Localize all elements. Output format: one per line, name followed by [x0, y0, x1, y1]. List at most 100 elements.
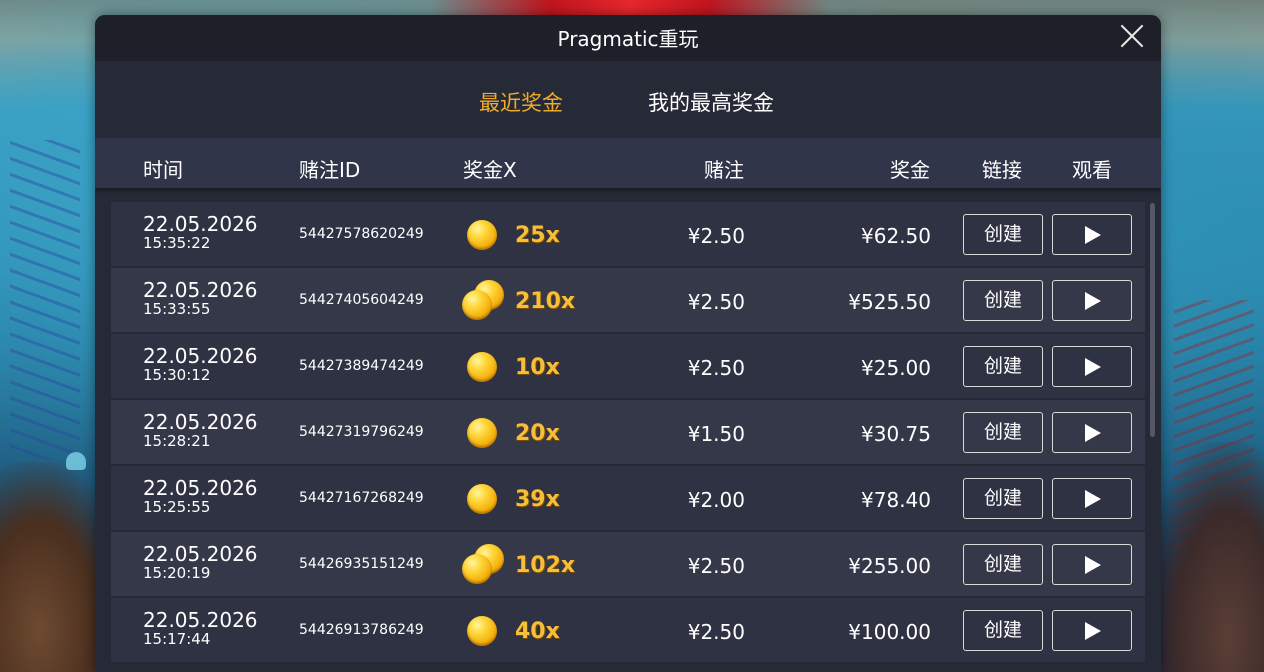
- row-time: 15:28:21: [143, 432, 211, 450]
- dialog-header: Pragmatic重玩: [95, 15, 1161, 61]
- row-date: 22.05.2026: [143, 344, 258, 368]
- row-win: ¥255.00: [848, 554, 931, 578]
- row-multiplier: 40x: [515, 619, 560, 644]
- rock-decoration-right: [1144, 442, 1264, 672]
- row-win: ¥25.00: [861, 356, 931, 380]
- coin-icon: [467, 220, 497, 250]
- close-icon[interactable]: [1119, 23, 1145, 49]
- row-multiplier: 20x: [515, 421, 560, 446]
- column-header-watch: 观看: [1072, 158, 1112, 182]
- replay-dialog: Pragmatic重玩 最近奖金 我的最高奖金 时间 赌注ID 奖金X 赌注 奖…: [95, 15, 1161, 672]
- row-time: 15:30:12: [143, 366, 211, 384]
- coin-icon: [462, 214, 510, 256]
- row-bet-id: 54426913786249: [299, 622, 424, 638]
- row-date: 22.05.2026: [143, 476, 258, 500]
- coin-icon: [462, 478, 510, 520]
- coin-icon: [462, 610, 510, 652]
- create-link-button[interactable]: 创建: [963, 478, 1043, 519]
- watch-replay-button[interactable]: [1052, 214, 1132, 255]
- coin-icon: [462, 280, 510, 322]
- row-date: 22.05.2026: [143, 608, 258, 632]
- row-bet: ¥2.00: [687, 488, 745, 512]
- table-row: 22.05.2026 15:35:22 54427578620249 25x ¥…: [111, 202, 1145, 266]
- row-date: 22.05.2026: [143, 410, 258, 434]
- create-link-button[interactable]: 创建: [963, 346, 1043, 387]
- play-icon: [1085, 292, 1101, 310]
- dialog-title: Pragmatic重玩: [557, 27, 699, 51]
- row-bet-id: 54427167268249: [299, 490, 424, 506]
- coin-icon: [467, 484, 497, 514]
- table-row: 22.05.2026 15:20:19 54426935151249 102x …: [111, 532, 1145, 596]
- coin-icon: [467, 616, 497, 646]
- coin-icon: [462, 346, 510, 388]
- create-link-button[interactable]: 创建: [963, 412, 1043, 453]
- watch-replay-button[interactable]: [1052, 478, 1132, 519]
- row-bet: ¥2.50: [687, 290, 745, 314]
- coin-icon: [467, 418, 497, 448]
- row-time: 15:20:19: [143, 564, 211, 582]
- wins-table: 22.05.2026 15:35:22 54427578620249 25x ¥…: [111, 202, 1145, 664]
- play-icon: [1085, 424, 1101, 442]
- coin-icon: [462, 554, 492, 584]
- row-bet: ¥2.50: [687, 620, 745, 644]
- column-header-win: 奖金: [890, 158, 930, 182]
- row-win: ¥78.40: [861, 488, 931, 512]
- row-bet-id: 54426935151249: [299, 556, 424, 572]
- coin-icon: [462, 290, 492, 320]
- game-logo: [430, 0, 830, 16]
- play-icon: [1085, 622, 1101, 640]
- column-header-time: 时间: [143, 158, 183, 182]
- watch-replay-button[interactable]: [1052, 280, 1132, 321]
- row-date: 22.05.2026: [143, 278, 258, 302]
- row-win: ¥30.75: [861, 422, 931, 446]
- table-row: 22.05.2026 15:33:55 54427405604249 210x …: [111, 268, 1145, 332]
- column-header-bet: 赌注: [704, 158, 744, 182]
- table-row: 22.05.2026 15:17:44 54426913786249 40x ¥…: [111, 598, 1145, 662]
- row-multiplier: 10x: [515, 355, 560, 380]
- watch-replay-button[interactable]: [1052, 346, 1132, 387]
- row-win: ¥525.50: [848, 290, 931, 314]
- watch-replay-button[interactable]: [1052, 544, 1132, 585]
- row-bet-id: 54427405604249: [299, 292, 424, 308]
- tab-bar: 最近奖金 我的最高奖金: [95, 61, 1161, 138]
- row-bet: ¥2.50: [687, 356, 745, 380]
- row-time: 15:33:55: [143, 300, 211, 318]
- scrollbar[interactable]: [1150, 203, 1155, 437]
- row-multiplier: 25x: [515, 223, 560, 248]
- row-win: ¥62.50: [861, 224, 931, 248]
- row-win: ¥100.00: [848, 620, 931, 644]
- row-date: 22.05.2026: [143, 212, 258, 236]
- column-header-multiplier: 奖金X: [463, 158, 517, 182]
- coral-decoration-left: [10, 140, 80, 460]
- watch-replay-button[interactable]: [1052, 412, 1132, 453]
- coin-icon: [467, 352, 497, 382]
- coin-icon: [462, 544, 510, 586]
- row-multiplier: 102x: [515, 553, 576, 578]
- play-icon: [1085, 490, 1101, 508]
- column-header-link: 链接: [982, 158, 1022, 182]
- table-row: 22.05.2026 15:28:21 54427319796249 20x ¥…: [111, 400, 1145, 464]
- row-bet: ¥2.50: [687, 554, 745, 578]
- row-time: 15:17:44: [143, 630, 211, 648]
- create-link-button[interactable]: 创建: [963, 610, 1043, 651]
- row-multiplier: 39x: [515, 487, 560, 512]
- table-row: 22.05.2026 15:30:12 54427389474249 10x ¥…: [111, 334, 1145, 398]
- row-multiplier: 210x: [515, 289, 576, 314]
- create-link-button[interactable]: 创建: [963, 214, 1043, 255]
- play-icon: [1085, 358, 1101, 376]
- table-row: 22.05.2026 15:25:55 54427167268249 39x ¥…: [111, 466, 1145, 530]
- watch-replay-button[interactable]: [1052, 610, 1132, 651]
- tab-top-wins[interactable]: 我的最高奖金: [648, 87, 774, 117]
- tab-recent-wins[interactable]: 最近奖金: [479, 87, 563, 117]
- row-bet-id: 54427389474249: [299, 358, 424, 374]
- row-time: 15:35:22: [143, 234, 211, 252]
- row-date: 22.05.2026: [143, 542, 258, 566]
- create-link-button[interactable]: 创建: [963, 280, 1043, 321]
- row-bet-id: 54427578620249: [299, 226, 424, 242]
- play-icon: [1085, 556, 1101, 574]
- play-icon: [1085, 226, 1101, 244]
- column-header-bet-id: 赌注ID: [299, 158, 361, 182]
- coral-decoration-right: [1174, 300, 1254, 560]
- jellyfish-icon: [66, 452, 86, 470]
- create-link-button[interactable]: 创建: [963, 544, 1043, 585]
